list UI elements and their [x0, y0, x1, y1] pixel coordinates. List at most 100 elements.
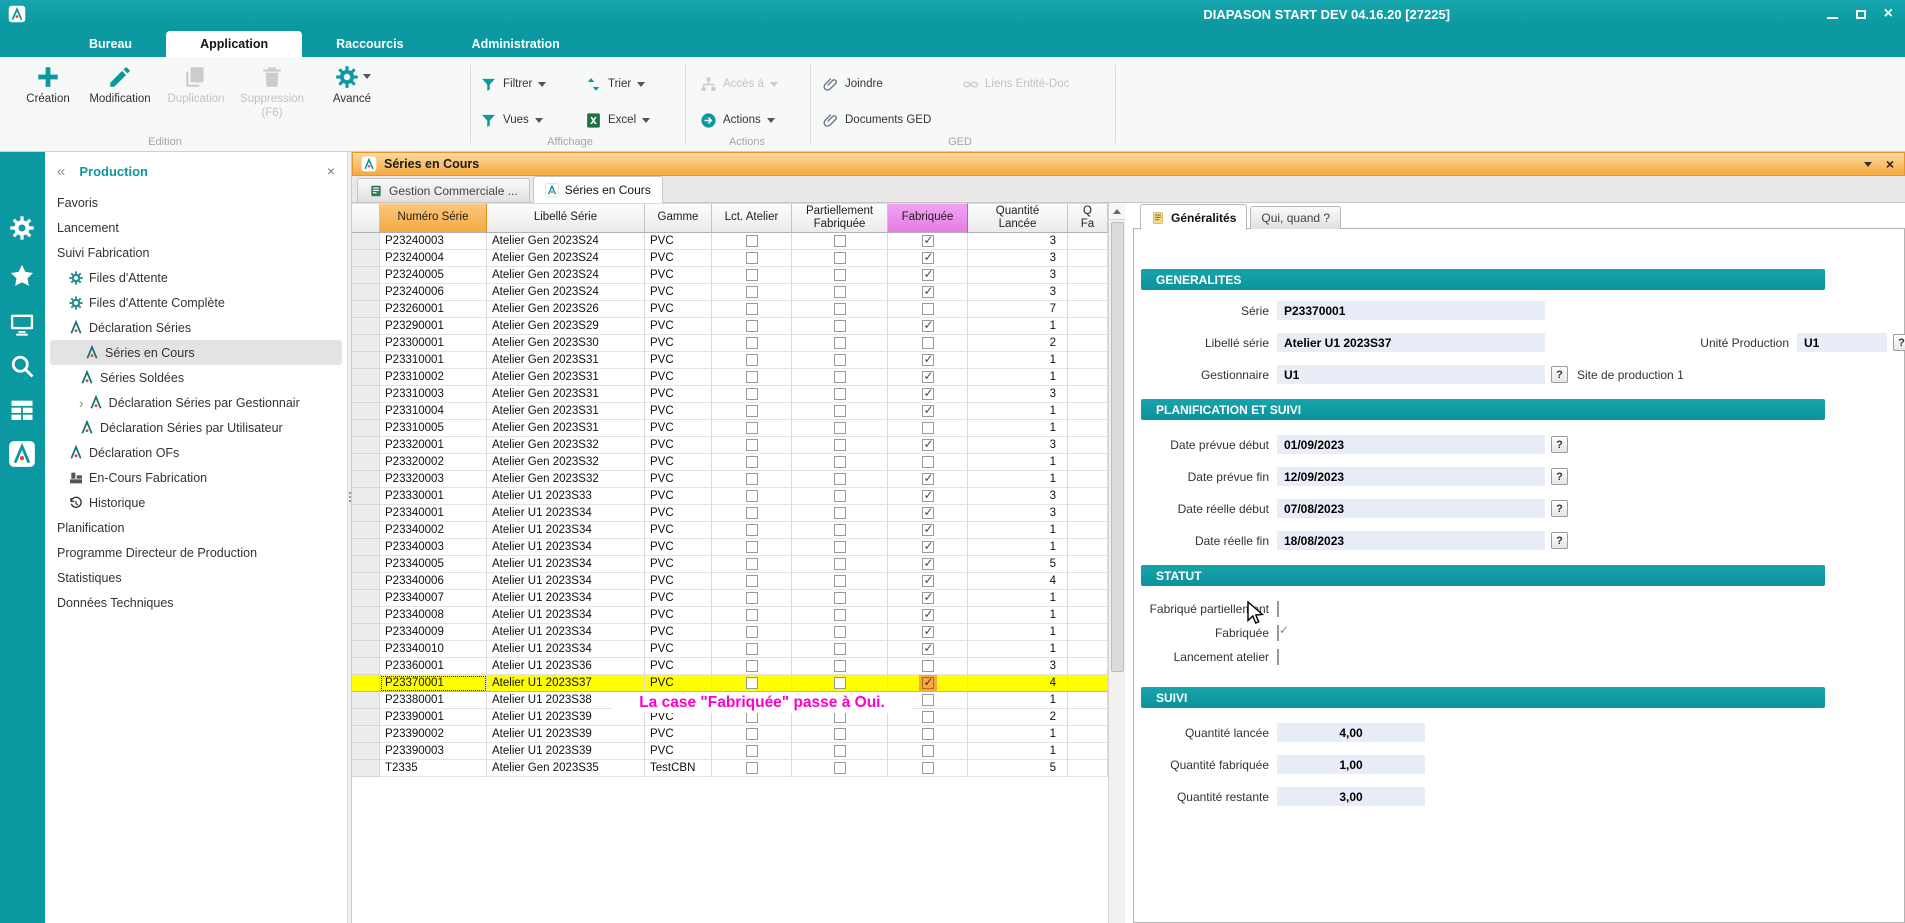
sidebar-item-declaration-ofs[interactable]: Déclaration OFs	[45, 440, 347, 465]
libelle-serie-field[interactable]: Atelier U1 2023S37	[1277, 333, 1545, 352]
checkbox-fabriquee[interactable]	[922, 660, 934, 672]
checkbox-partiellement-fabriquee[interactable]	[834, 252, 846, 264]
row-selector[interactable]	[352, 369, 380, 386]
table-row[interactable]: P23320001Atelier Gen 2023S32PVC3	[352, 437, 1108, 454]
row-selector[interactable]	[352, 675, 380, 692]
checkbox-partiellement-fabriquee[interactable]	[834, 320, 846, 332]
quantite-fabriquee-field[interactable]: 1,00	[1277, 755, 1425, 774]
sidebar-item-declaration-series[interactable]: Déclaration Séries	[45, 315, 347, 340]
row-selector[interactable]	[352, 692, 380, 709]
checkbox-fabriquee[interactable]	[922, 728, 934, 740]
checkbox-partiellement-fabriquee[interactable]	[834, 456, 846, 468]
row-selector[interactable]	[352, 318, 380, 335]
checkbox-partiellement-fabriquee[interactable]	[834, 745, 846, 757]
checkbox-lct-atelier[interactable]	[746, 728, 758, 740]
table-row[interactable]: P23340002Atelier U1 2023S34PVC1	[352, 522, 1108, 539]
checkbox-partiellement-fabriquee[interactable]	[834, 405, 846, 417]
checkbox-fabriquee[interactable]	[922, 490, 934, 502]
row-selector[interactable]	[352, 284, 380, 301]
table-row[interactable]: P23300001Atelier Gen 2023S30PVC2	[352, 335, 1108, 352]
column-header-q-fa[interactable]: Q Fa	[1068, 203, 1108, 233]
liens-entite-doc-button[interactable]: Liens Entité-Doc	[962, 73, 1069, 95]
diapason-logo-icon[interactable]	[8, 440, 36, 468]
checkbox-lct-atelier[interactable]	[746, 490, 758, 502]
checkbox-fabriquee[interactable]	[922, 337, 934, 349]
minimize-button[interactable]	[1827, 17, 1838, 19]
sidebar-item-series-soldees[interactable]: Séries Soldées	[45, 365, 347, 390]
checkbox-fabriquee[interactable]	[922, 592, 934, 604]
checkbox-lct-atelier[interactable]	[746, 337, 758, 349]
table-row[interactable]: P23340009Atelier U1 2023S34PVC1	[352, 624, 1108, 641]
table-row[interactable]: P23310003Atelier Gen 2023S31PVC3	[352, 386, 1108, 403]
detail-tab-qui-quand[interactable]: Qui, quand ?	[1250, 206, 1341, 229]
workspace-monitor-icon[interactable]	[8, 310, 36, 338]
creation-button[interactable]: Création	[12, 63, 84, 107]
checkbox-fabriquee[interactable]	[922, 626, 934, 638]
table-row[interactable]: P23340010Atelier U1 2023S34PVC1	[352, 641, 1108, 658]
table-row[interactable]: P23240003Atelier Gen 2023S24PVC3	[352, 233, 1108, 250]
sidebar-item-series-en-cours[interactable]: Séries en Cours	[50, 340, 342, 365]
checkbox-partiellement-fabriquee[interactable]	[834, 371, 846, 383]
table-row[interactable]: P23340005Atelier U1 2023S34PVC5	[352, 556, 1108, 573]
trier-button[interactable]: Trier	[585, 73, 645, 95]
table-row[interactable]: P23310005Atelier Gen 2023S31PVC1	[352, 420, 1108, 437]
filtrer-button[interactable]: Filtrer	[480, 73, 546, 95]
checkbox-fabriquee[interactable]	[922, 711, 934, 723]
column-header-lct-atelier[interactable]: Lct. Atelier	[712, 203, 792, 233]
checkbox-lct-atelier[interactable]	[746, 286, 758, 298]
checkbox-lct-atelier[interactable]	[746, 592, 758, 604]
checkbox-fabriquee[interactable]	[922, 405, 934, 417]
actions-button[interactable]: Actions	[700, 109, 775, 131]
table-row[interactable]: T2335Atelier Gen 2023S35TestCBN5	[352, 760, 1108, 777]
row-selector[interactable]	[352, 760, 380, 777]
row-selector[interactable]	[352, 233, 380, 250]
checkbox-lct-atelier[interactable]	[746, 575, 758, 587]
row-selector[interactable]	[352, 539, 380, 556]
row-selector[interactable]	[352, 352, 380, 369]
row-selector[interactable]	[352, 726, 380, 743]
checkbox-fabriquee[interactable]	[922, 762, 934, 774]
quantite-restante-field[interactable]: 3,00	[1277, 787, 1425, 806]
sidebar-item-files-d-attente[interactable]: Files d'Attente	[45, 265, 347, 290]
help-button[interactable]: ?	[1551, 436, 1568, 453]
help-button[interactable]: ?	[1551, 532, 1568, 549]
column-header-gamme[interactable]: Gamme	[645, 203, 712, 233]
checkbox-partiellement-fabriquee[interactable]	[834, 524, 846, 536]
row-selector[interactable]	[352, 267, 380, 284]
row-selector[interactable]	[352, 488, 380, 505]
checkbox-lct-atelier[interactable]	[746, 541, 758, 553]
serie-field[interactable]: P23370001	[1277, 301, 1545, 320]
search-icon[interactable]	[8, 352, 36, 380]
checkbox-partiellement-fabriquee[interactable]	[834, 728, 846, 740]
checkbox-partiellement-fabriquee[interactable]	[834, 388, 846, 400]
sidebar-item-lancement[interactable]: Lancement	[45, 215, 347, 240]
table-row[interactable]: P23370001Atelier U1 2023S37PVC4	[352, 675, 1108, 692]
row-selector[interactable]	[352, 624, 380, 641]
checkbox-lct-atelier[interactable]	[746, 269, 758, 281]
checkbox-fabriquee[interactable]	[922, 388, 934, 400]
menu-tab-raccourcis[interactable]: Raccourcis	[302, 31, 437, 57]
avance-button[interactable]: Avancé	[316, 63, 388, 107]
table-row[interactable]: P23310001Atelier Gen 2023S31PVC1	[352, 352, 1108, 369]
sidebar-item-favoris[interactable]: Favoris	[45, 190, 347, 215]
checkbox-lct-atelier[interactable]	[746, 660, 758, 672]
checkbox-fabriquee[interactable]	[922, 303, 934, 315]
checkbox-lct-atelier[interactable]	[746, 643, 758, 655]
checkbox-partiellement-fabriquee[interactable]	[834, 609, 846, 621]
help-button[interactable]: ?	[1551, 500, 1568, 517]
checkbox-lct-atelier[interactable]	[746, 388, 758, 400]
checkbox-partiellement-fabriquee[interactable]	[834, 592, 846, 604]
sidebar-item-programme-directeur-de-production[interactable]: Programme Directeur de Production	[45, 540, 347, 565]
quantite-lancee-field[interactable]: 4,00	[1277, 723, 1425, 742]
checkbox-fabriquee[interactable]	[922, 473, 934, 485]
table-row[interactable]: P23320002Atelier Gen 2023S32PVC1	[352, 454, 1108, 471]
table-row[interactable]: P23340006Atelier U1 2023S34PVC4	[352, 573, 1108, 590]
modules-gear-icon[interactable]	[8, 214, 36, 242]
checkbox-fabriquee[interactable]	[922, 371, 934, 383]
sidebar-item-declaration-series-par-gestionnair[interactable]: ›Déclaration Séries par Gestionnair	[45, 390, 347, 415]
row-selector[interactable]	[352, 403, 380, 420]
table-row[interactable]: P23340001Atelier U1 2023S34PVC3	[352, 505, 1108, 522]
checkbox-lct-atelier[interactable]	[746, 762, 758, 774]
checkbox-partiellement-fabriquee[interactable]	[834, 677, 846, 689]
checkbox-lct-atelier[interactable]	[746, 320, 758, 332]
